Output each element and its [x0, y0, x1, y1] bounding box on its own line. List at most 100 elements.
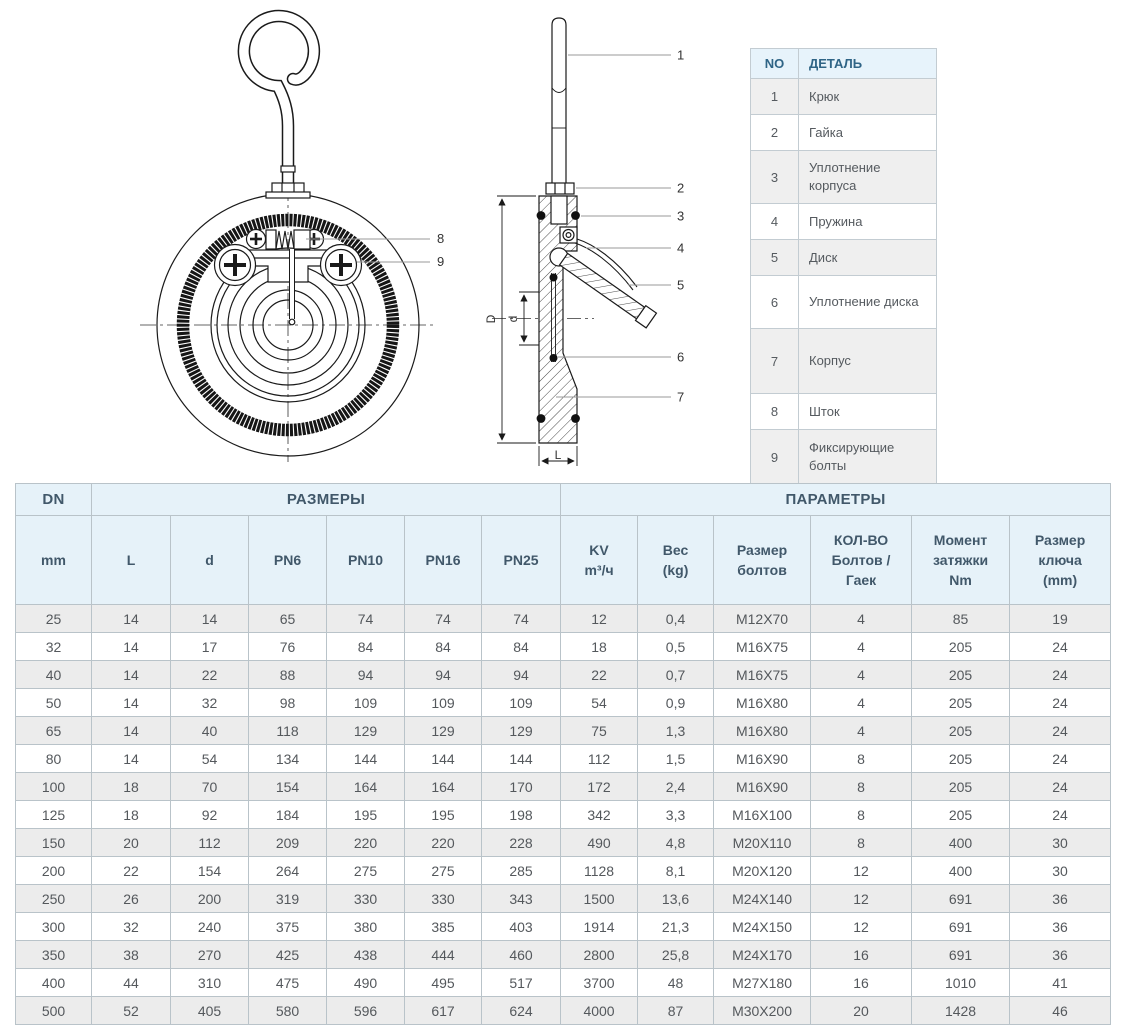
- legend-part-name: Фиксирующие болты: [799, 430, 937, 485]
- table-cell: 20: [92, 829, 171, 857]
- table-cell: M16X100: [714, 801, 811, 829]
- legend-part-number: 7: [751, 329, 799, 394]
- table-cell: 580: [249, 997, 327, 1025]
- table-cell: 129: [405, 717, 482, 745]
- table-cell: 4,8: [638, 829, 714, 857]
- legend-part-name: Уплотнение диска: [799, 276, 937, 329]
- table-cell: 30: [1010, 857, 1111, 885]
- table-cell: 109: [482, 689, 561, 717]
- parts-legend-table: NO ДЕТАЛЬ 1Крюк2Гайка3Уплотнение корпуса…: [750, 48, 937, 485]
- table-cell: 380: [327, 913, 405, 941]
- table-cell: 84: [405, 633, 482, 661]
- table-cell: 164: [405, 773, 482, 801]
- table-cell: 32: [171, 689, 249, 717]
- table-cell: 0,9: [638, 689, 714, 717]
- table-cell: 18: [561, 633, 638, 661]
- table-cell: 4: [811, 717, 912, 745]
- table-cell: 144: [405, 745, 482, 773]
- nut-side: [546, 183, 574, 194]
- legend-header-row: NO ДЕТАЛЬ: [751, 49, 937, 79]
- body-seal-dot: [571, 414, 580, 423]
- table-cell: M20X110: [714, 829, 811, 857]
- table-cell: 300: [16, 913, 92, 941]
- legend-row: 6Уплотнение диска: [751, 276, 937, 329]
- table-cell: 16: [811, 969, 912, 997]
- disc-seal-dot: [550, 274, 558, 282]
- table-cell: 41: [1010, 969, 1111, 997]
- table-row: 25026200319330330343150013,6M24X14012691…: [16, 885, 1111, 913]
- table-cell: 1,5: [638, 745, 714, 773]
- table-cell: 94: [405, 661, 482, 689]
- table-cell: 21,3: [638, 913, 714, 941]
- table-cell: 109: [327, 689, 405, 717]
- hook-rod-side: [552, 18, 566, 185]
- table-cell: 205: [912, 633, 1010, 661]
- table-cell: 25: [16, 605, 92, 633]
- table-cell: 200: [16, 857, 92, 885]
- dimension-label-L: L: [555, 448, 562, 462]
- table-cell: M27X180: [714, 969, 811, 997]
- table-cell: 0,4: [638, 605, 714, 633]
- legend-row: 7Корпус: [751, 329, 937, 394]
- table-cell: 275: [405, 857, 482, 885]
- table-cell: 403: [482, 913, 561, 941]
- table-cell: M24X150: [714, 913, 811, 941]
- part-label-2: 2: [677, 181, 684, 196]
- legend-row: 4Пружина: [751, 204, 937, 240]
- table-cell: 38: [92, 941, 171, 969]
- table-cell: 24: [1010, 801, 1111, 829]
- table-cell: 40: [171, 717, 249, 745]
- table-cell: 19: [1010, 605, 1111, 633]
- table-cell: 36: [1010, 941, 1111, 969]
- table-cell: 400: [16, 969, 92, 997]
- table-cell: 74: [327, 605, 405, 633]
- table-row: 35038270425438444460280025,8M24X17016691…: [16, 941, 1111, 969]
- legend-part-number: 6: [751, 276, 799, 329]
- table-cell: 209: [249, 829, 327, 857]
- table-cell: M30X200: [714, 997, 811, 1025]
- table-row: 50143298109109109540,9M16X80420524: [16, 689, 1111, 717]
- table-cell: 200: [171, 885, 249, 913]
- table-cell: 205: [912, 717, 1010, 745]
- table-cell: 205: [912, 773, 1010, 801]
- table-row: 25141465747474120,4M12X7048519: [16, 605, 1111, 633]
- table-cell: 350: [16, 941, 92, 969]
- legend-part-name: Крюк: [799, 79, 937, 115]
- table-cell: 1500: [561, 885, 638, 913]
- group-header-sizes: РАЗМЕРЫ: [92, 484, 561, 516]
- table-cell: 118: [249, 717, 327, 745]
- table-cell: 1428: [912, 997, 1010, 1025]
- table-cell: 112: [171, 829, 249, 857]
- legend-part-name: Корпус: [799, 329, 937, 394]
- table-cell: 500: [16, 997, 92, 1025]
- table-row: 2002215426427527528511288,1M20X120124003…: [16, 857, 1111, 885]
- table-cell: 74: [482, 605, 561, 633]
- table-cell: 144: [482, 745, 561, 773]
- table-cell: 74: [405, 605, 482, 633]
- table-cell: 400: [912, 857, 1010, 885]
- table-cell: 385: [405, 913, 482, 941]
- table-cell: M16X90: [714, 773, 811, 801]
- table-cell: 330: [405, 885, 482, 913]
- table-cell: 375: [249, 913, 327, 941]
- table-cell: 94: [482, 661, 561, 689]
- table-cell: 228: [482, 829, 561, 857]
- table-cell: 2,4: [638, 773, 714, 801]
- legend-part-name: Шток: [799, 394, 937, 430]
- legend-row: 1Крюк: [751, 79, 937, 115]
- legend-part-number: 9: [751, 430, 799, 485]
- table-cell: 85: [912, 605, 1010, 633]
- table-cell: 490: [327, 969, 405, 997]
- table-cell: 330: [327, 885, 405, 913]
- table-cell: 100: [16, 773, 92, 801]
- table-cell: 264: [249, 857, 327, 885]
- legend-row: 5Диск: [751, 240, 937, 276]
- table-cell: 342: [561, 801, 638, 829]
- part-label-7: 7: [677, 390, 684, 405]
- table-cell: 14: [171, 605, 249, 633]
- table-cell: 94: [327, 661, 405, 689]
- column-header: KV m³/ч: [561, 516, 638, 605]
- column-header: КОЛ-ВО Болтов / Гаек: [811, 516, 912, 605]
- table-cell: 46: [1010, 997, 1111, 1025]
- table-cell: 205: [912, 689, 1010, 717]
